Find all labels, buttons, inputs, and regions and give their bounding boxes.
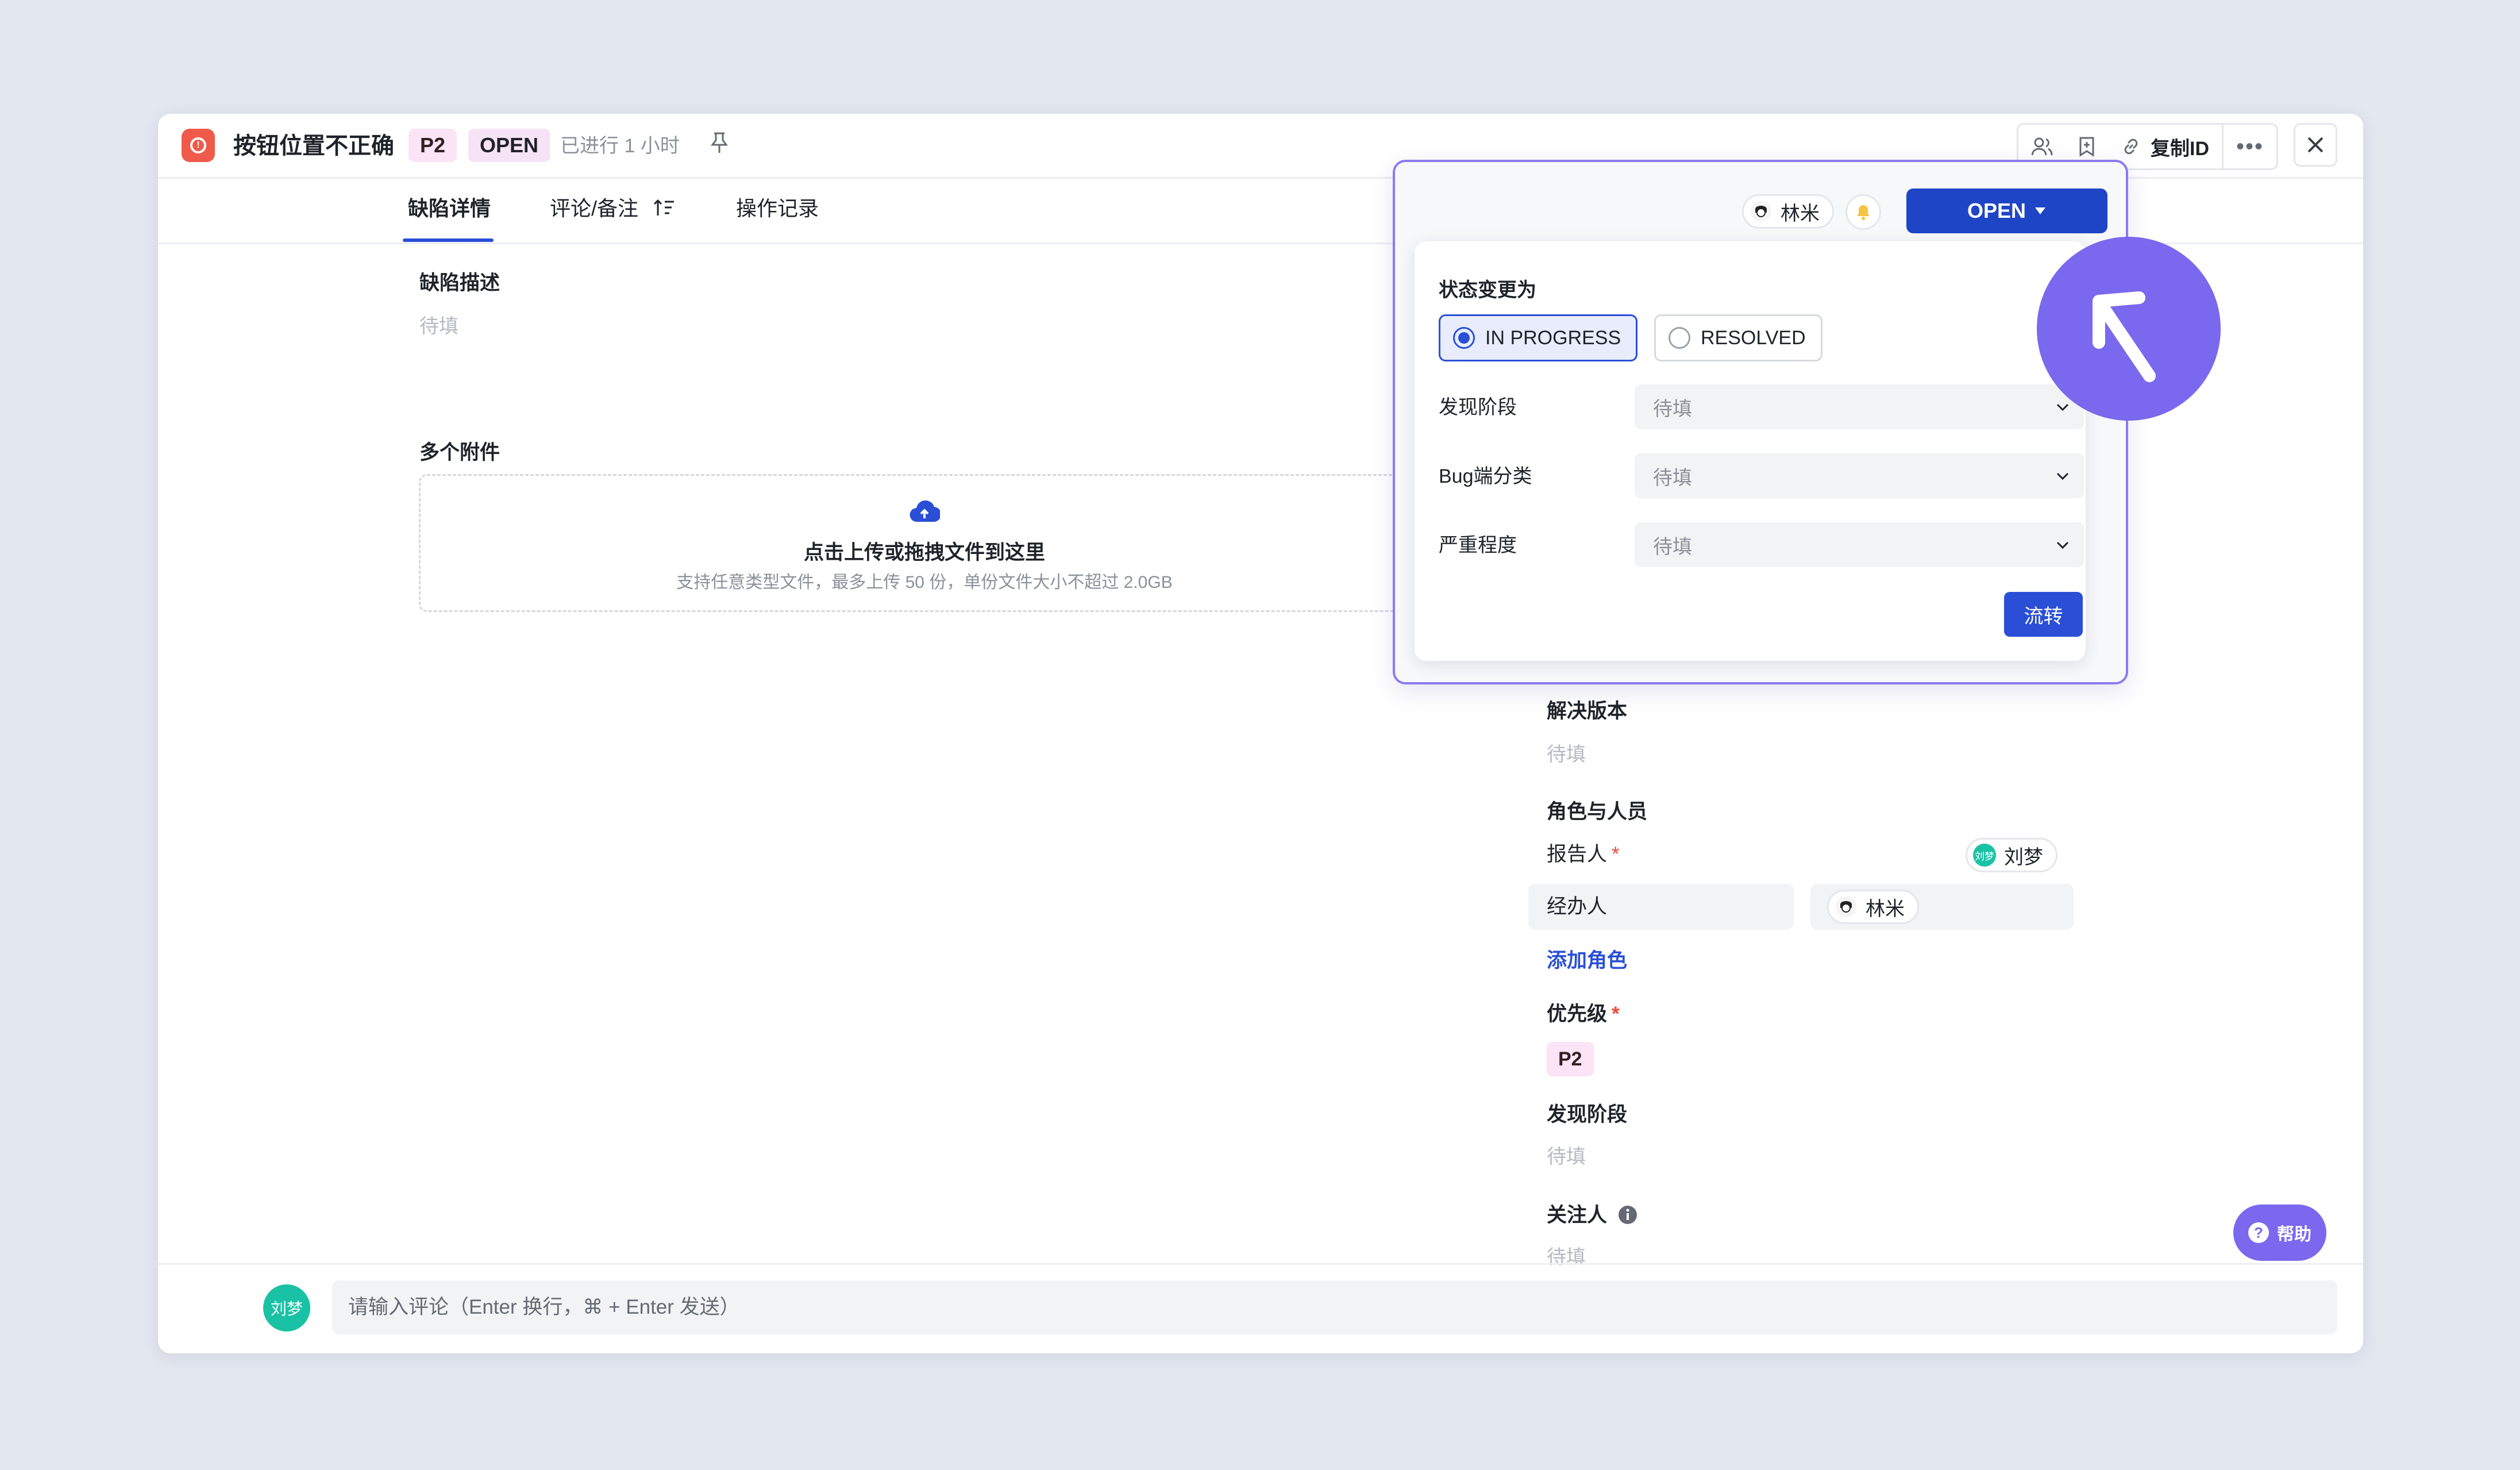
close-button[interactable] bbox=[2294, 123, 2337, 167]
active-tab-indicator bbox=[403, 238, 494, 242]
elapsed-time: 已进行 1 小时 bbox=[560, 135, 680, 157]
chevron-down-icon bbox=[2056, 541, 2069, 549]
tab-history[interactable]: 操作记录 bbox=[736, 194, 819, 223]
severity-field-label: 严重程度 bbox=[1439, 534, 1517, 556]
followers-value[interactable]: 待填 bbox=[1547, 1243, 1586, 1272]
add-role-link[interactable]: 添加角色 bbox=[1547, 944, 1627, 973]
upload-title: 点击上传或拖拽文件到这里 bbox=[803, 541, 1045, 564]
issue-title[interactable]: 按钮位置不正确 bbox=[233, 130, 394, 162]
assignee-label: 经办人 bbox=[1547, 895, 1608, 918]
current-user-chip[interactable]: 林米 bbox=[1742, 194, 1834, 229]
transition-submit-button[interactable]: 流转 bbox=[2004, 592, 2083, 637]
chevron-down-icon bbox=[2056, 472, 2069, 480]
link-icon bbox=[2124, 138, 2138, 155]
roles-label: 角色与人员 bbox=[1547, 801, 1648, 823]
assignee-chip[interactable]: 林米 bbox=[1827, 890, 1919, 924]
question-icon: ? bbox=[2248, 1222, 2269, 1243]
info-icon[interactable] bbox=[1617, 1205, 1638, 1225]
priority-value[interactable]: P2 bbox=[1547, 1042, 1594, 1076]
comment-divider bbox=[158, 1263, 2363, 1265]
bug-category-select[interactable]: 待填 bbox=[1635, 453, 2084, 498]
avatar bbox=[1835, 895, 1858, 918]
tab-comments[interactable]: 评论/备注 bbox=[550, 194, 676, 223]
help-button[interactable]: ? 帮助 bbox=[2233, 1205, 2326, 1261]
priority-label: 优先级 * bbox=[1547, 1003, 1620, 1025]
arrow-cursor-icon bbox=[2093, 291, 2156, 382]
radio-selected-icon bbox=[1453, 327, 1475, 349]
bug-type-icon: ! bbox=[182, 129, 215, 162]
reporter-chip[interactable]: 刘梦 刘梦 bbox=[1966, 838, 2057, 872]
copy-id-button[interactable]: 复制ID bbox=[2108, 125, 2222, 168]
cursor-highlight bbox=[2037, 237, 2221, 421]
option-in-progress[interactable]: IN PROGRESS bbox=[1439, 314, 1638, 361]
caret-down-icon bbox=[2035, 207, 2046, 214]
bell-icon bbox=[1857, 205, 1870, 220]
option-resolved[interactable]: RESOLVED bbox=[1654, 314, 1822, 361]
avatar bbox=[1750, 200, 1773, 223]
priority-tag[interactable]: P2 bbox=[409, 129, 457, 162]
status-tag[interactable]: OPEN bbox=[468, 129, 550, 162]
attachments-label: 多个附件 bbox=[419, 441, 500, 464]
bug-category-field-label: Bug端分类 bbox=[1439, 465, 1532, 487]
found-stage-select[interactable]: 待填 bbox=[1635, 384, 2084, 429]
comment-input[interactable]: 请输入评论（Enter 换行，⌘ + Enter 发送） bbox=[332, 1280, 2337, 1334]
cloud-upload-icon bbox=[910, 500, 940, 522]
description-input[interactable]: 待填 bbox=[419, 312, 458, 341]
tab-details[interactable]: 缺陷详情 bbox=[408, 194, 491, 223]
upload-dropzone[interactable]: 点击上传或拖拽文件到这里 支持任意类型文件，最多上传 50 份，单份文件大小不超… bbox=[419, 474, 1430, 612]
found-stage-field-label: 发现阶段 bbox=[1439, 397, 1517, 418]
status-dropdown-button[interactable]: OPEN bbox=[1906, 188, 2107, 233]
found-stage-value[interactable]: 待填 bbox=[1547, 1142, 1586, 1171]
status-change-label: 状态变更为 bbox=[1439, 279, 1536, 301]
sort-icon bbox=[653, 199, 675, 216]
resolve-version-value[interactable]: 待填 bbox=[1547, 740, 1586, 769]
resolve-version-label: 解决版本 bbox=[1547, 700, 1628, 722]
avatar: 刘梦 bbox=[1973, 844, 1996, 867]
close-icon bbox=[2307, 137, 2324, 153]
pin-icon[interactable] bbox=[710, 131, 729, 159]
notify-button[interactable] bbox=[1845, 194, 1881, 230]
upload-hint: 支持任意类型文件，最多上传 50 份，单份文件大小不超过 2.0GB bbox=[676, 573, 1173, 592]
avatar: 刘梦 bbox=[263, 1284, 310, 1332]
radio-empty-icon bbox=[1669, 327, 1690, 349]
description-label: 缺陷描述 bbox=[419, 272, 500, 294]
reporter-label: 报告人 * bbox=[1547, 843, 1620, 865]
found-stage-label: 发现阶段 bbox=[1547, 1103, 1628, 1126]
followers-label: 关注人 bbox=[1547, 1201, 1638, 1230]
severity-select[interactable]: 待填 bbox=[1635, 522, 2084, 567]
more-icon[interactable]: ••• bbox=[2222, 125, 2276, 168]
